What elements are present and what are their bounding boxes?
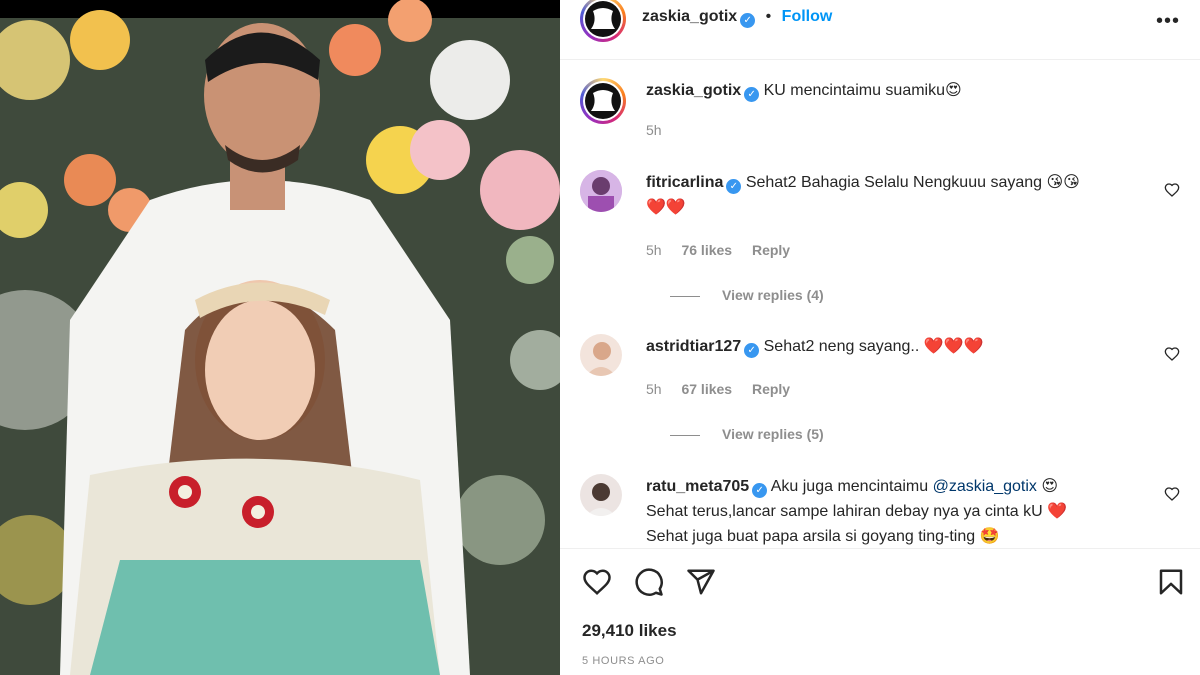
commenter-username[interactable]: astridtiar127 bbox=[646, 338, 741, 355]
caption-time: 5h bbox=[646, 122, 662, 138]
post-detail-panel: zaskia_gotix ✓ • Follow ••• zaskia_gotix ✓… bbox=[560, 0, 1200, 675]
commenter-avatar[interactable] bbox=[580, 474, 622, 516]
comment-emoji: 😍 bbox=[1041, 476, 1059, 495]
heart-outline-icon[interactable] bbox=[1164, 182, 1180, 202]
comment-text: Sehat2 Bahagia Selalu Nengkuuu sayang bbox=[745, 174, 1043, 191]
comment-item: ratu_meta705 ✓ Aku juga mencintaimu @zask… bbox=[580, 474, 1180, 548]
post-header: zaskia_gotix ✓ • Follow ••• bbox=[560, 0, 1200, 60]
view-replies-label: View replies (5) bbox=[722, 426, 824, 442]
post-actions-bar: 29,410 likes 5 HOURS AGO bbox=[560, 548, 1200, 675]
verified-badge-icon: ✓ bbox=[740, 13, 756, 28]
commenter-username[interactable]: fitricarlina bbox=[646, 174, 723, 191]
view-replies-button[interactable]: View replies (4) bbox=[670, 287, 824, 303]
post-timestamp: 5 HOURS AGO bbox=[582, 655, 665, 667]
heart-outline-icon[interactable] bbox=[1164, 346, 1180, 366]
caption-author-avatar[interactable] bbox=[580, 78, 626, 124]
view-replies-button[interactable]: View replies (5) bbox=[670, 426, 824, 442]
comment-icon[interactable] bbox=[634, 567, 664, 597]
author-username[interactable]: zaskia_gotix bbox=[642, 8, 737, 25]
caption-text: KU mencintaimu suamiku bbox=[763, 82, 946, 99]
comment-emoji-line: ❤️❤️ bbox=[646, 197, 686, 216]
reply-button[interactable]: Reply bbox=[752, 242, 790, 258]
comment-body: ratu_meta705 ✓ Aku juga mencintaimu @zask… bbox=[646, 474, 1156, 548]
commenter-avatar[interactable] bbox=[580, 170, 622, 212]
heart-outline-icon[interactable] bbox=[1164, 486, 1180, 506]
comment-likes[interactable]: 67 likes bbox=[681, 381, 732, 397]
more-options-icon[interactable]: ••• bbox=[1156, 10, 1180, 33]
commenter-avatar[interactable] bbox=[580, 334, 622, 376]
view-replies-label: View replies (4) bbox=[722, 287, 824, 303]
verified-badge-icon: ✓ bbox=[744, 87, 760, 102]
comment-emoji-line2: ❤️ bbox=[1047, 501, 1068, 520]
post-photo[interactable] bbox=[0, 0, 560, 675]
comment-body: fitricarlina ✓ Sehat2 Bahagia Selalu Neng… bbox=[646, 170, 1156, 220]
caption-username[interactable]: zaskia_gotix bbox=[646, 82, 741, 99]
author-avatar[interactable] bbox=[580, 0, 626, 42]
reply-button[interactable]: Reply bbox=[752, 381, 790, 397]
commenter-username[interactable]: ratu_meta705 bbox=[646, 478, 749, 495]
comment-time: 5h bbox=[646, 242, 662, 258]
comment-emoji-line3: 🤩 bbox=[979, 526, 1000, 545]
comment-item: astridtiar127 ✓ Sehat2 neng sayang.. ❤️❤️… bbox=[580, 334, 1180, 454]
follow-button[interactable]: Follow bbox=[782, 8, 833, 25]
photo-illustration bbox=[0, 0, 560, 675]
comment-item: fitricarlina ✓ Sehat2 Bahagia Selalu Neng… bbox=[580, 170, 1180, 310]
comment-body: astridtiar127 ✓ Sehat2 neng sayang.. ❤️❤️… bbox=[646, 334, 1156, 359]
share-icon[interactable] bbox=[686, 567, 716, 597]
comment-time: 5h bbox=[646, 381, 662, 397]
comment-likes[interactable]: 76 likes bbox=[681, 242, 732, 258]
mention-link[interactable]: @zaskia_gotix bbox=[933, 478, 1037, 495]
comment-emoji: ❤️❤️❤️ bbox=[923, 336, 984, 355]
caption-emoji: 😍 bbox=[945, 80, 962, 99]
comment-text: Aku juga mencintaimu bbox=[770, 478, 929, 495]
heart-icon[interactable] bbox=[582, 567, 612, 597]
divider-line bbox=[670, 434, 700, 436]
divider-line bbox=[670, 295, 700, 297]
separator-dot: • bbox=[765, 8, 772, 25]
verified-badge-icon: ✓ bbox=[752, 483, 768, 498]
comment-text-line2: Sehat terus,lancar sampe lahiran debay n… bbox=[646, 503, 1043, 520]
verified-badge-icon: ✓ bbox=[726, 179, 742, 194]
comment-emoji: 😘😘 bbox=[1046, 172, 1080, 191]
comment-meta: 5h 76 likes Reply bbox=[646, 242, 806, 258]
verified-badge-icon: ✓ bbox=[744, 343, 760, 358]
likes-count[interactable]: 29,410 likes bbox=[582, 621, 677, 641]
comment-text-line3: Sehat juga buat papa arsila si goyang ti… bbox=[646, 528, 976, 545]
comment-text: Sehat2 neng sayang.. bbox=[763, 338, 920, 355]
bookmark-icon[interactable] bbox=[1156, 567, 1186, 597]
comment-meta: 5h 67 likes Reply bbox=[646, 381, 806, 397]
